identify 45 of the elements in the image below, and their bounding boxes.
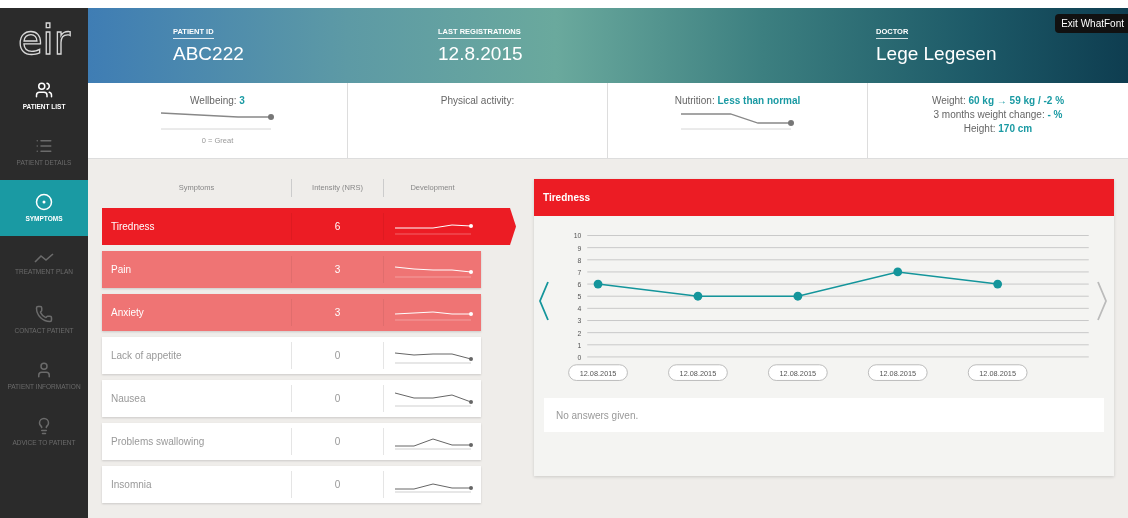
previous-button[interactable] (538, 281, 552, 321)
summary-label: Height: 170 cm (963, 123, 1033, 134)
trend-line-icon (34, 252, 54, 265)
intensity-value: 0 (334, 436, 341, 447)
symptom-name: Pain (110, 264, 132, 275)
intensity-value: 0 (334, 350, 341, 361)
logo: eir (16, 16, 72, 65)
note-text: No answers given. (544, 398, 1104, 432)
symptom-row[interactable]: Problems swallowing 0 (102, 423, 481, 460)
data-point (992, 279, 1002, 289)
field-value: Lege Legesen (876, 42, 998, 65)
summary-label: Nutrition: Less than normal (674, 95, 801, 106)
summary-label: Weight: 60 kg → 59 kg / -2 % (931, 95, 1065, 106)
symptom-name: Insomnia (110, 479, 153, 490)
symptom-row[interactable]: Insomnia 0 (102, 466, 481, 503)
data-point (893, 267, 902, 277)
summary-label: Wellbeing: 3 (190, 95, 245, 106)
exit-button[interactable]: Exit WhatFont (1055, 14, 1128, 33)
data-point (793, 291, 802, 301)
symptom-row[interactable]: Nausea 0 (102, 380, 481, 417)
nav-icon (35, 305, 53, 324)
intensity-value: 0 (334, 479, 341, 490)
intensity-value: 6 (334, 221, 341, 232)
field-value: 12.8.2015 (438, 42, 524, 65)
summary-label: Physical activity: (440, 95, 515, 106)
data-point (693, 291, 703, 301)
panel-title: Tiredness (534, 179, 1114, 216)
symptom-row[interactable]: Tiredness 6 (102, 208, 516, 245)
symptom-name: Tiredness (110, 221, 156, 232)
nav-icon (35, 81, 53, 100)
summary-label: 3 months weight change: - % (933, 109, 1063, 120)
data-point (593, 279, 603, 289)
field-value: ABC222 (173, 42, 245, 65)
symptom-name: Nausea (110, 393, 147, 404)
intensity-value: 3 (334, 264, 341, 275)
symptom-name: Lack of appetite (110, 350, 183, 361)
intensity-value: 3 (334, 307, 341, 318)
symptom-row[interactable]: Pain 3 (102, 251, 481, 288)
intensity-value: 0 (334, 393, 341, 404)
symptom-name: Anxiety (110, 307, 145, 318)
nav-icon (35, 361, 53, 380)
symptom-row[interactable]: Anxiety 3 (102, 294, 481, 331)
symptom-row[interactable]: Lack of appetite 0 (102, 337, 481, 374)
symptom-name: Problems swallowing (110, 436, 206, 447)
nav-icon (35, 193, 53, 212)
